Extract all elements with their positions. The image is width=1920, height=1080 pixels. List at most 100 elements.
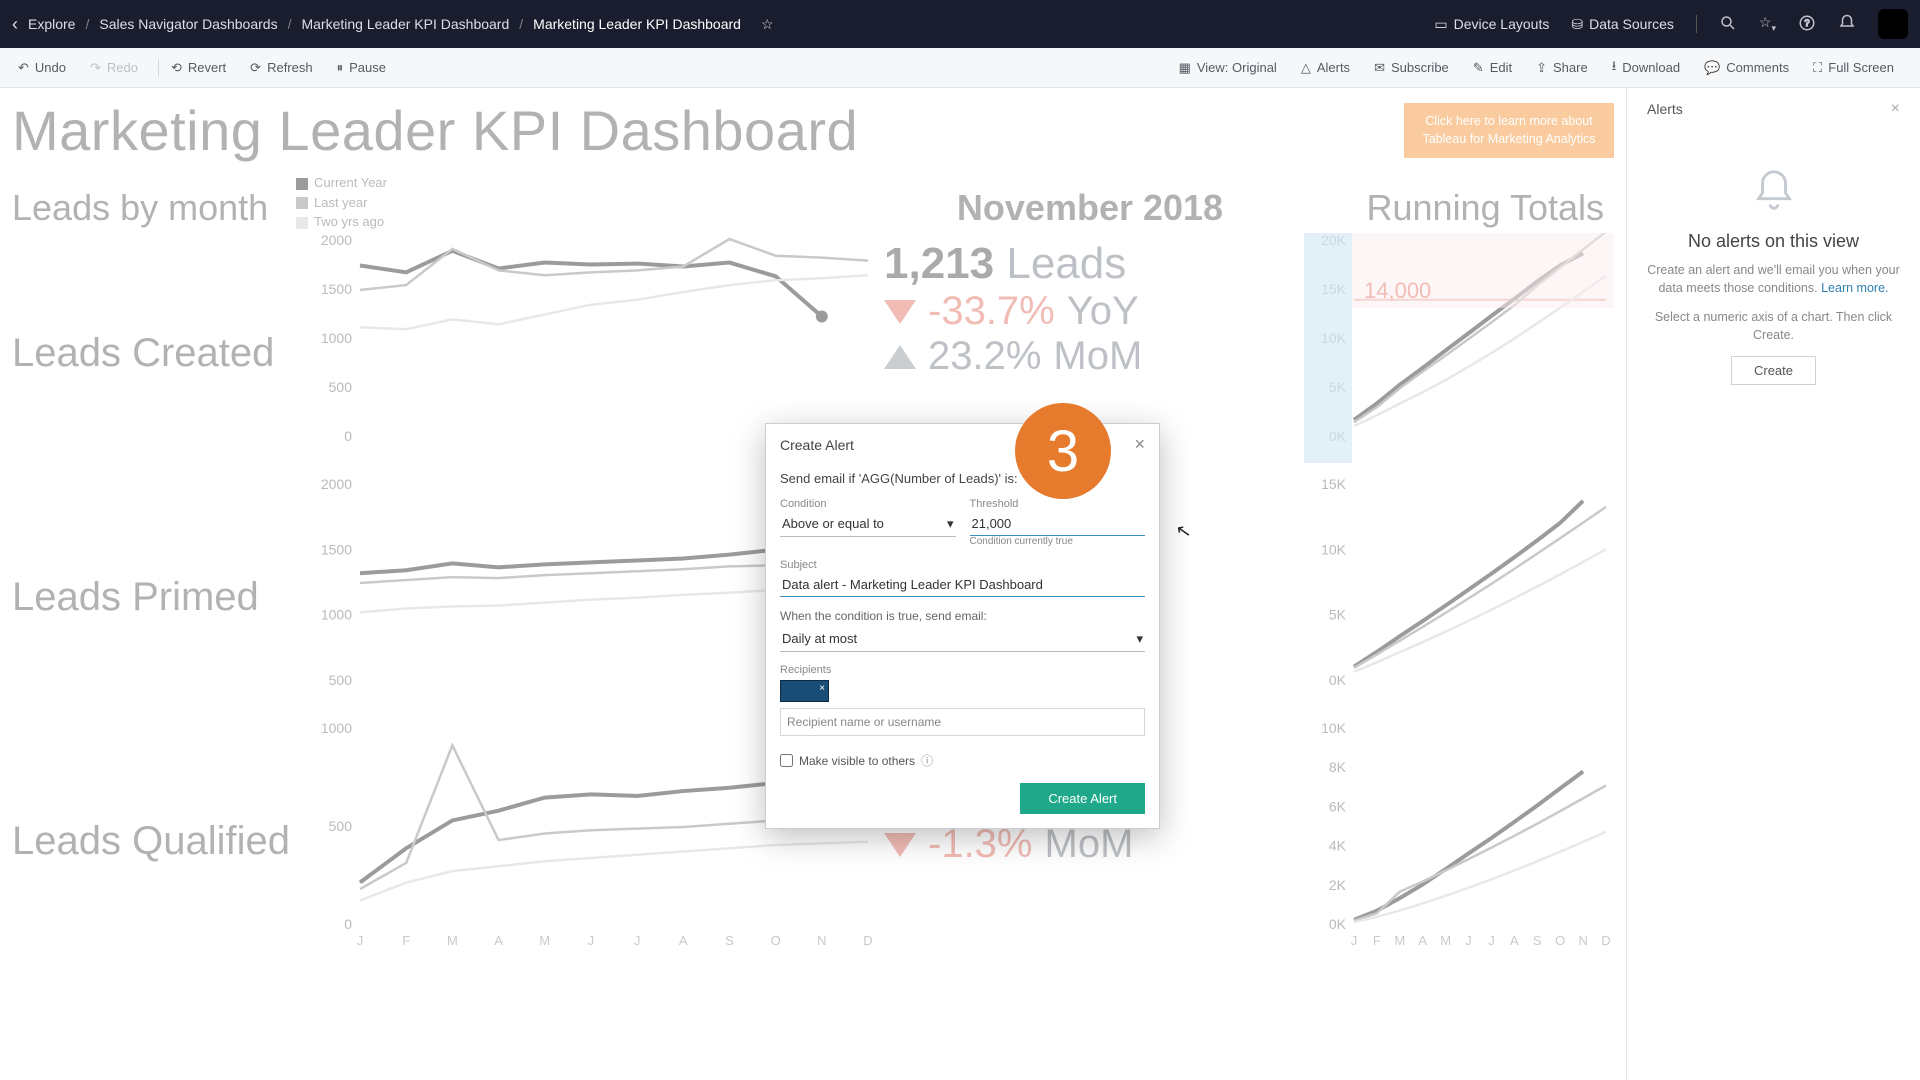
close-panel-icon[interactable]: × [1891, 100, 1900, 118]
svg-text:2000: 2000 [321, 233, 352, 248]
pencil-icon: ✎ [1473, 60, 1484, 76]
crumb-l1[interactable]: Sales Navigator Dashboards [99, 16, 277, 32]
svg-text:N: N [1578, 933, 1587, 948]
edit-button[interactable]: ✎Edit [1465, 58, 1520, 78]
undo-button[interactable]: ↶Undo [10, 58, 74, 78]
col-running-head: Running Totals [1304, 169, 1614, 229]
search-icon[interactable] [1719, 14, 1737, 35]
recipient-chip[interactable]: × [780, 680, 829, 702]
create-alert-button[interactable]: Create Alert [1020, 783, 1145, 814]
download-button[interactable]: ⭳Download [1604, 55, 1688, 81]
view-icon: ▦ [1179, 60, 1191, 76]
revert-button[interactable]: ⟲Revert [163, 58, 234, 78]
view-button[interactable]: ▦View: Original [1171, 58, 1285, 78]
chart-running-primed[interactable]: 15K10K5K0K [1304, 477, 1614, 717]
chevron-down-icon: ▾ [1136, 631, 1143, 647]
favorites-icon[interactable]: ☆▾ [1759, 14, 1776, 34]
chart-running-created[interactable]: 14,000 20K15K10K5K0K [1304, 233, 1614, 473]
up-triangle-icon [884, 345, 916, 369]
alerts-button[interactable]: △Alerts [1293, 58, 1358, 78]
svg-text:A: A [1510, 933, 1519, 948]
learn-more-link[interactable]: Learn more. [1821, 281, 1888, 295]
svg-text:F: F [1373, 933, 1381, 948]
svg-text:1000: 1000 [321, 330, 352, 346]
svg-text:M: M [447, 933, 458, 948]
pause-button[interactable]: ⏸Pause [329, 58, 394, 78]
modal-title: Create Alert [780, 437, 854, 453]
row-created-label: Leads Created [12, 233, 292, 473]
fullscreen-button[interactable]: ⛶Full Screen [1805, 58, 1902, 78]
svg-text:M: M [1394, 933, 1405, 948]
crumb-explore[interactable]: Explore [28, 16, 75, 32]
remove-recipient-icon[interactable]: × [819, 683, 825, 694]
svg-text:500: 500 [329, 672, 353, 688]
svg-text:J: J [588, 933, 595, 948]
svg-text:0K: 0K [1329, 672, 1347, 688]
share-icon: ⇪ [1536, 60, 1547, 76]
device-icon: ▭ [1434, 16, 1447, 33]
svg-text:15K: 15K [1321, 477, 1347, 492]
promo-banner[interactable]: Click here to learn more about Tableau f… [1404, 103, 1614, 158]
crumb-l2[interactable]: Marketing Leader KPI Dashboard [301, 16, 509, 32]
alert-icon: △ [1301, 60, 1311, 76]
breadcrumb: ‹ Explore/ Sales Navigator Dashboards/ M… [12, 14, 774, 35]
refresh-button[interactable]: ⟳Refresh [242, 58, 320, 78]
svg-text:J: J [1351, 933, 1358, 948]
svg-text:M: M [1440, 933, 1451, 948]
svg-text:500: 500 [329, 818, 353, 834]
info-icon[interactable]: ⓘ [921, 752, 933, 769]
down-triangle-icon [884, 300, 916, 324]
favorite-star-icon[interactable]: ☆ [761, 16, 774, 33]
svg-text:O: O [1555, 933, 1565, 948]
recipient-input[interactable]: Recipient name or username [780, 708, 1145, 736]
svg-text:S: S [1533, 933, 1542, 948]
svg-text:1000: 1000 [321, 607, 352, 623]
user-avatar[interactable] [1878, 9, 1908, 39]
back-icon[interactable]: ‹ [12, 14, 18, 35]
svg-text:?: ? [1804, 18, 1809, 28]
threshold-input[interactable] [970, 512, 1146, 536]
download-icon: ⭳ [1612, 57, 1617, 79]
create-alert-modal: Create Alert × Send email if 'AGG(Number… [765, 423, 1160, 829]
help-icon[interactable]: ? [1798, 14, 1816, 35]
share-button[interactable]: ⇪Share [1528, 58, 1596, 78]
notifications-icon[interactable] [1838, 14, 1856, 35]
bell-icon [1647, 168, 1900, 217]
comments-button[interactable]: 💬Comments [1696, 58, 1797, 78]
svg-text:1000: 1000 [321, 721, 352, 736]
row-primed-label: Leads Primed [12, 477, 292, 717]
svg-text:D: D [863, 933, 872, 948]
fullscreen-icon: ⛶ [1813, 60, 1822, 76]
frequency-select[interactable]: Daily at most▾ [780, 627, 1145, 652]
svg-text:D: D [1601, 933, 1610, 948]
col-month-head: November 2018 [880, 169, 1300, 229]
svg-text:2000: 2000 [321, 477, 352, 492]
threshold-hint: Condition currently true [970, 536, 1146, 547]
svg-text:0: 0 [344, 428, 352, 444]
visible-checkbox[interactable] [780, 754, 793, 767]
svg-text:8K: 8K [1329, 759, 1347, 775]
chart-running-qualified[interactable]: 10K8K6K4K2K0KJFMAMJJASOND [1304, 721, 1614, 961]
subject-input[interactable] [780, 573, 1145, 597]
threshold-label: Threshold [970, 498, 1146, 510]
svg-text:M: M [539, 933, 550, 948]
svg-text:O: O [771, 933, 781, 948]
data-icon: ⛁ [1571, 16, 1583, 33]
svg-text:S: S [725, 933, 734, 948]
svg-text:500: 500 [329, 379, 353, 395]
subscribe-button[interactable]: ✉Subscribe [1366, 58, 1457, 78]
crumb-l3[interactable]: Marketing Leader KPI Dashboard [533, 16, 741, 32]
data-sources-button[interactable]: ⛁Data Sources [1571, 16, 1674, 33]
svg-text:10K: 10K [1321, 721, 1347, 736]
condition-select[interactable]: Above or equal to▾ [780, 512, 956, 537]
svg-text:N: N [817, 933, 826, 948]
dashboard-viewport: Marketing Leader KPI Dashboard Click her… [0, 88, 1626, 1080]
device-layouts-button[interactable]: ▭Device Layouts [1434, 16, 1549, 33]
close-icon[interactable]: × [1134, 434, 1145, 455]
toolbar: ↶Undo ↷Redo ⟲Revert ⟳Refresh ⏸Pause ▦Vie… [0, 48, 1920, 88]
svg-text:10K: 10K [1321, 541, 1347, 557]
undo-icon: ↶ [18, 60, 29, 76]
alerts-panel: Alerts × No alerts on this view Create a… [1626, 88, 1920, 1080]
panel-create-button[interactable]: Create [1731, 356, 1816, 385]
alerts-hint: Select a numeric axis of a chart. Then c… [1647, 309, 1900, 344]
